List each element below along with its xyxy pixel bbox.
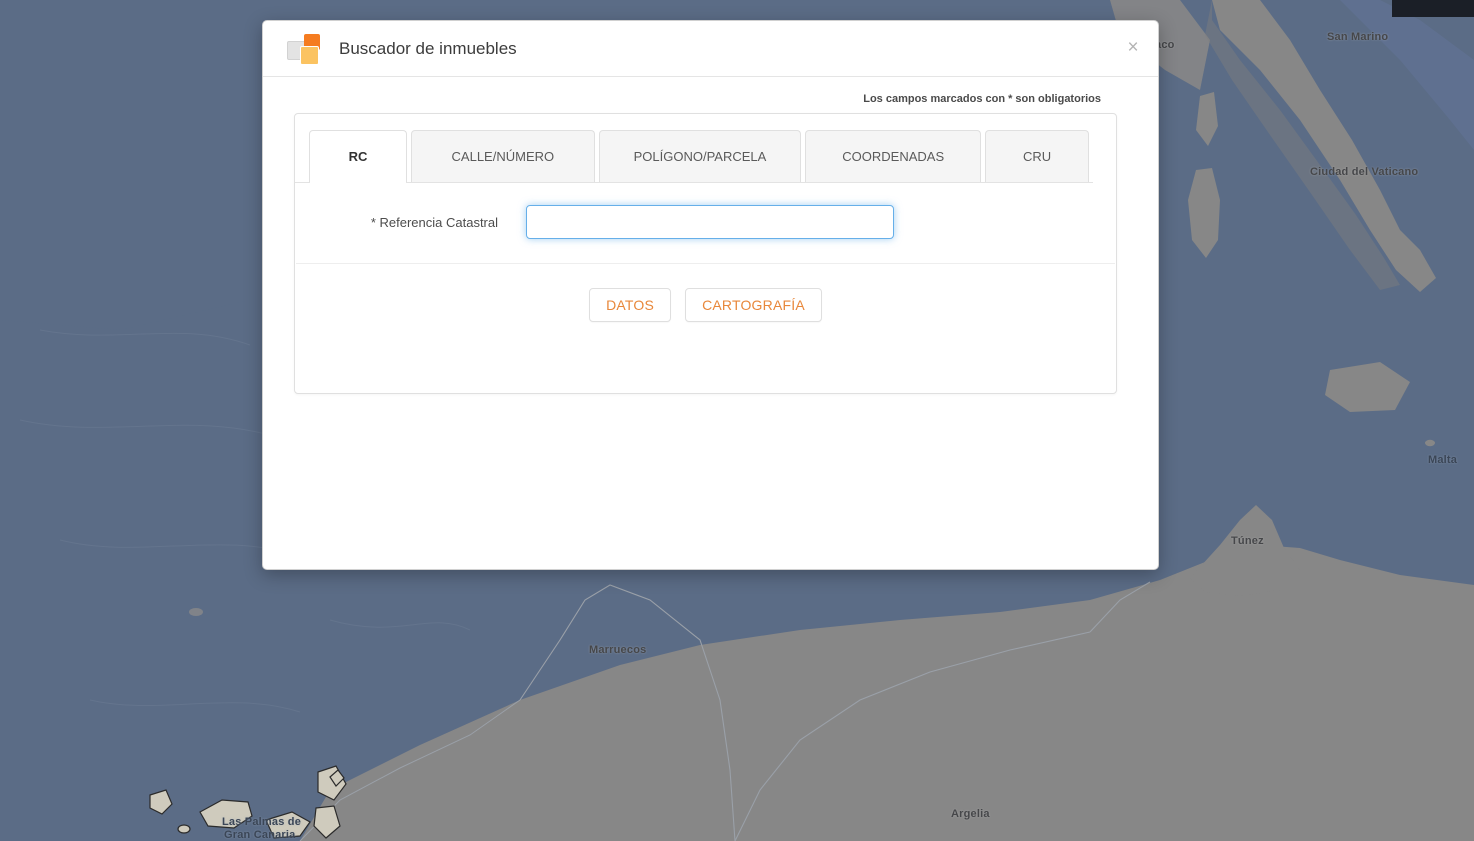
tab-poligono-parcela[interactable]: POLÍGONO/PARCELA bbox=[598, 130, 802, 182]
tab-rc[interactable]: RC bbox=[309, 130, 408, 183]
property-search-dialog: Buscador de inmuebles × Los campos marca… bbox=[262, 20, 1159, 570]
dialog-body: Los campos marcados con * son obligatori… bbox=[263, 77, 1158, 394]
tab-calle-numero[interactable]: CALLE/NÚMERO bbox=[411, 130, 595, 182]
referencia-catastral-row: * Referencia Catastral bbox=[296, 205, 1115, 239]
tab-rc-label: RC bbox=[348, 149, 368, 164]
tab-poligono-parcela-label: POLÍGONO/PARCELA bbox=[633, 149, 767, 164]
action-bar: DATOS CARTOGRAFÍA bbox=[295, 264, 1116, 322]
logo-square-yellow bbox=[300, 45, 319, 65]
close-icon[interactable]: × bbox=[1122, 37, 1144, 59]
required-fields-note: Los campos marcados con * son obligatori… bbox=[863, 93, 1101, 105]
referencia-catastral-label: * Referencia Catastral bbox=[370, 214, 498, 230]
cartografia-button[interactable]: CARTOGRAFÍA bbox=[685, 288, 822, 322]
tab-cru[interactable]: CRU bbox=[985, 130, 1089, 182]
tab-coordenadas-label: COORDENADAS bbox=[842, 149, 945, 164]
modal-overlay: Buscador de inmuebles × Los campos marca… bbox=[0, 0, 1474, 841]
tab-calle-numero-label: CALLE/NÚMERO bbox=[451, 149, 555, 164]
tab-cru-label: CRU bbox=[1022, 149, 1052, 164]
tab-coordenadas[interactable]: COORDENADAS bbox=[805, 130, 982, 182]
referencia-catastral-input[interactable] bbox=[526, 205, 894, 239]
dialog-header: Buscador de inmuebles × bbox=[263, 21, 1158, 77]
dialog-title: Buscador de inmuebles bbox=[339, 38, 517, 58]
search-panel: RC CALLE/NÚMERO POLÍGONO/PARCELA COORDEN… bbox=[294, 113, 1117, 394]
tab-panel-rc: * Referencia Catastral bbox=[296, 183, 1115, 264]
datos-button[interactable]: DATOS bbox=[589, 288, 672, 322]
catastro-logo-icon bbox=[287, 30, 323, 68]
tab-bar: RC CALLE/NÚMERO POLÍGONO/PARCELA COORDEN… bbox=[295, 114, 1093, 183]
